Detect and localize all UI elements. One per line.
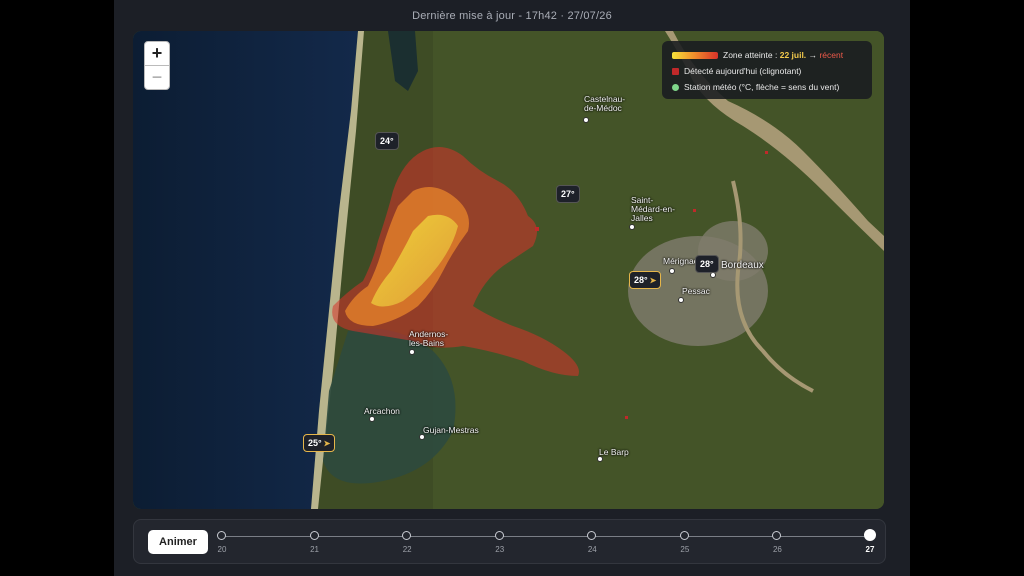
place-arcachon: Arcachon: [364, 406, 400, 416]
place-le-barp: Le Barp: [599, 447, 629, 457]
timeline-day-21[interactable]: [309, 531, 319, 540]
legend-burn-label: Zone atteinte :: [723, 50, 778, 60]
arrow-right-icon: →: [808, 50, 818, 60]
weather-station[interactable]: 28° ➤: [629, 271, 662, 289]
place-bordeaux: Bordeaux: [721, 260, 764, 271]
legend-detected-row: Détecté aujourd'hui (clignotant): [672, 66, 801, 76]
place-castelnau-de-medoc: Castelnau-de-Médoc: [584, 94, 626, 113]
weather-station[interactable]: 28°: [695, 255, 719, 273]
timeline-day-label: 20: [217, 545, 227, 554]
place-dot: [409, 349, 415, 355]
timeline-day-label: 26: [772, 545, 782, 554]
zoom-in-button[interactable]: +: [144, 41, 170, 66]
place-dot: [669, 268, 675, 274]
weather-station[interactable]: 24°: [375, 132, 399, 150]
timeline-day-20[interactable]: [217, 531, 226, 540]
station-temp: 25°: [308, 438, 322, 448]
place-andernos-les-bains: Andernos-les-Bains: [409, 329, 449, 348]
timeline-day-24[interactable]: [587, 531, 597, 540]
legend-station-row: Station météo (°C, flèche = sens du vent…: [672, 82, 839, 92]
wind-arrow-icon: ➤: [323, 439, 331, 448]
zoom-out-button[interactable]: −: [144, 65, 170, 90]
station-temp: 28°: [700, 259, 714, 269]
station-swatch: [672, 84, 679, 92]
timeline-day-label: 23: [495, 545, 505, 554]
timeline-day-23[interactable]: [494, 531, 504, 540]
place-saint-medard-en-jalles: Saint-Médard-en-Jalles: [631, 195, 675, 223]
timeline-day-label: 24: [587, 545, 597, 554]
station-temp: 28°: [634, 275, 648, 285]
place-pessac: Pessac: [682, 286, 710, 296]
last-update-text: Dernière mise à jour - 17h42 · 27/07/26: [412, 10, 612, 22]
timeline-bar: Animer 20 21 22 23 24 25 26 27: [133, 519, 886, 564]
place-gujan-mestras: Gujan-Mestras: [423, 425, 479, 435]
timeline-day-label: 25: [680, 545, 690, 554]
legend-recent: récent: [819, 50, 844, 60]
timeline-day-26[interactable]: [772, 531, 782, 540]
animate-button[interactable]: Animer: [148, 530, 208, 554]
burn-gradient-swatch: [672, 52, 718, 60]
timeline-day-label: 22: [402, 545, 412, 554]
wind-arrow-icon: ➤: [649, 276, 657, 285]
station-temp: 27°: [561, 189, 575, 199]
map-terrain: [133, 31, 884, 509]
weather-station[interactable]: 27°: [556, 185, 580, 203]
legend-station-label: Station météo (°C, flèche = sens du vent…: [684, 82, 840, 92]
station-temp: 24°: [380, 136, 394, 146]
legend-detected-label: Détecté aujourd'hui (clignotant): [684, 66, 802, 76]
timeline-day-label: 21: [310, 545, 320, 554]
timeline-day-27[interactable]: [864, 529, 876, 541]
place-dot: [369, 416, 375, 422]
fire-map[interactable]: + − Castelnau-de-Médoc Saint-Médard-en-J…: [133, 31, 884, 509]
place-dot: [678, 297, 684, 303]
place-merignac: Mérignac: [663, 256, 698, 266]
timeline-day-22[interactable]: [402, 531, 412, 540]
timeline-day-label: 27: [865, 545, 875, 554]
legend-burn-date: 22 juil.: [779, 50, 807, 60]
timeline-day-25[interactable]: [679, 531, 689, 540]
legend-burn-row: Zone atteinte : 22 juil. → récent: [672, 50, 843, 60]
place-dot: [583, 117, 589, 123]
detected-swatch: [672, 68, 679, 76]
map-legend: Zone atteinte : 22 juil. → récent Détect…: [662, 41, 872, 99]
place-dot: [629, 224, 635, 230]
weather-station[interactable]: 25° ➤: [303, 434, 336, 452]
